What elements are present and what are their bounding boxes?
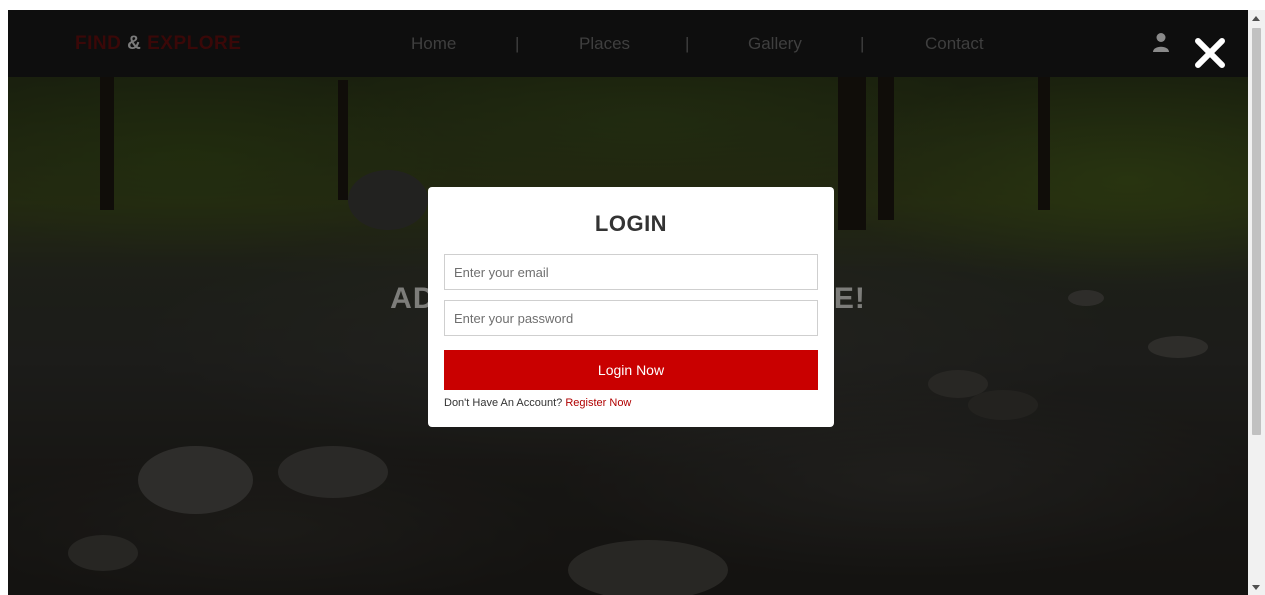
nav-link-places[interactable]: Places [579, 34, 630, 54]
logo-part-explore: EXPLORE [147, 33, 242, 54]
user-icon[interactable] [1152, 32, 1170, 54]
close-icon[interactable] [1193, 36, 1227, 70]
scrollbar-thumb[interactable] [1252, 28, 1261, 435]
page-viewport: ADVENTURE IS WORTHWHILE! Discover new pl… [8, 10, 1248, 595]
site-logo[interactable]: FIND & EXPLORE [75, 33, 241, 55]
logo-part-find: FIND [75, 33, 122, 54]
scroll-up-icon[interactable] [1252, 16, 1260, 21]
email-field[interactable] [444, 254, 818, 290]
login-title: LOGIN [594, 211, 668, 236]
nav-link-home[interactable]: Home [411, 34, 456, 54]
nav-separator: | [860, 34, 865, 53]
login-button[interactable]: Login Now [444, 350, 818, 390]
register-link[interactable]: Register Now [565, 397, 631, 409]
register-prompt: Don't Have An Account? Register Now [444, 397, 631, 409]
password-field[interactable] [444, 300, 818, 336]
nav-separator: | [685, 34, 690, 53]
scroll-down-icon[interactable] [1252, 585, 1260, 590]
site-header: FIND & EXPLORE Home | Places | Gallery |… [8, 10, 1248, 77]
nav-separator: | [515, 34, 520, 53]
nav-link-gallery[interactable]: Gallery [748, 34, 802, 54]
vertical-scrollbar[interactable] [1248, 10, 1265, 595]
login-modal: LOGIN Login Now Don't Have An Account? R… [428, 187, 834, 427]
nav-link-contact[interactable]: Contact [925, 34, 984, 54]
register-prompt-text: Don't Have An Account? [444, 397, 563, 409]
logo-ampersand: & [127, 33, 142, 54]
